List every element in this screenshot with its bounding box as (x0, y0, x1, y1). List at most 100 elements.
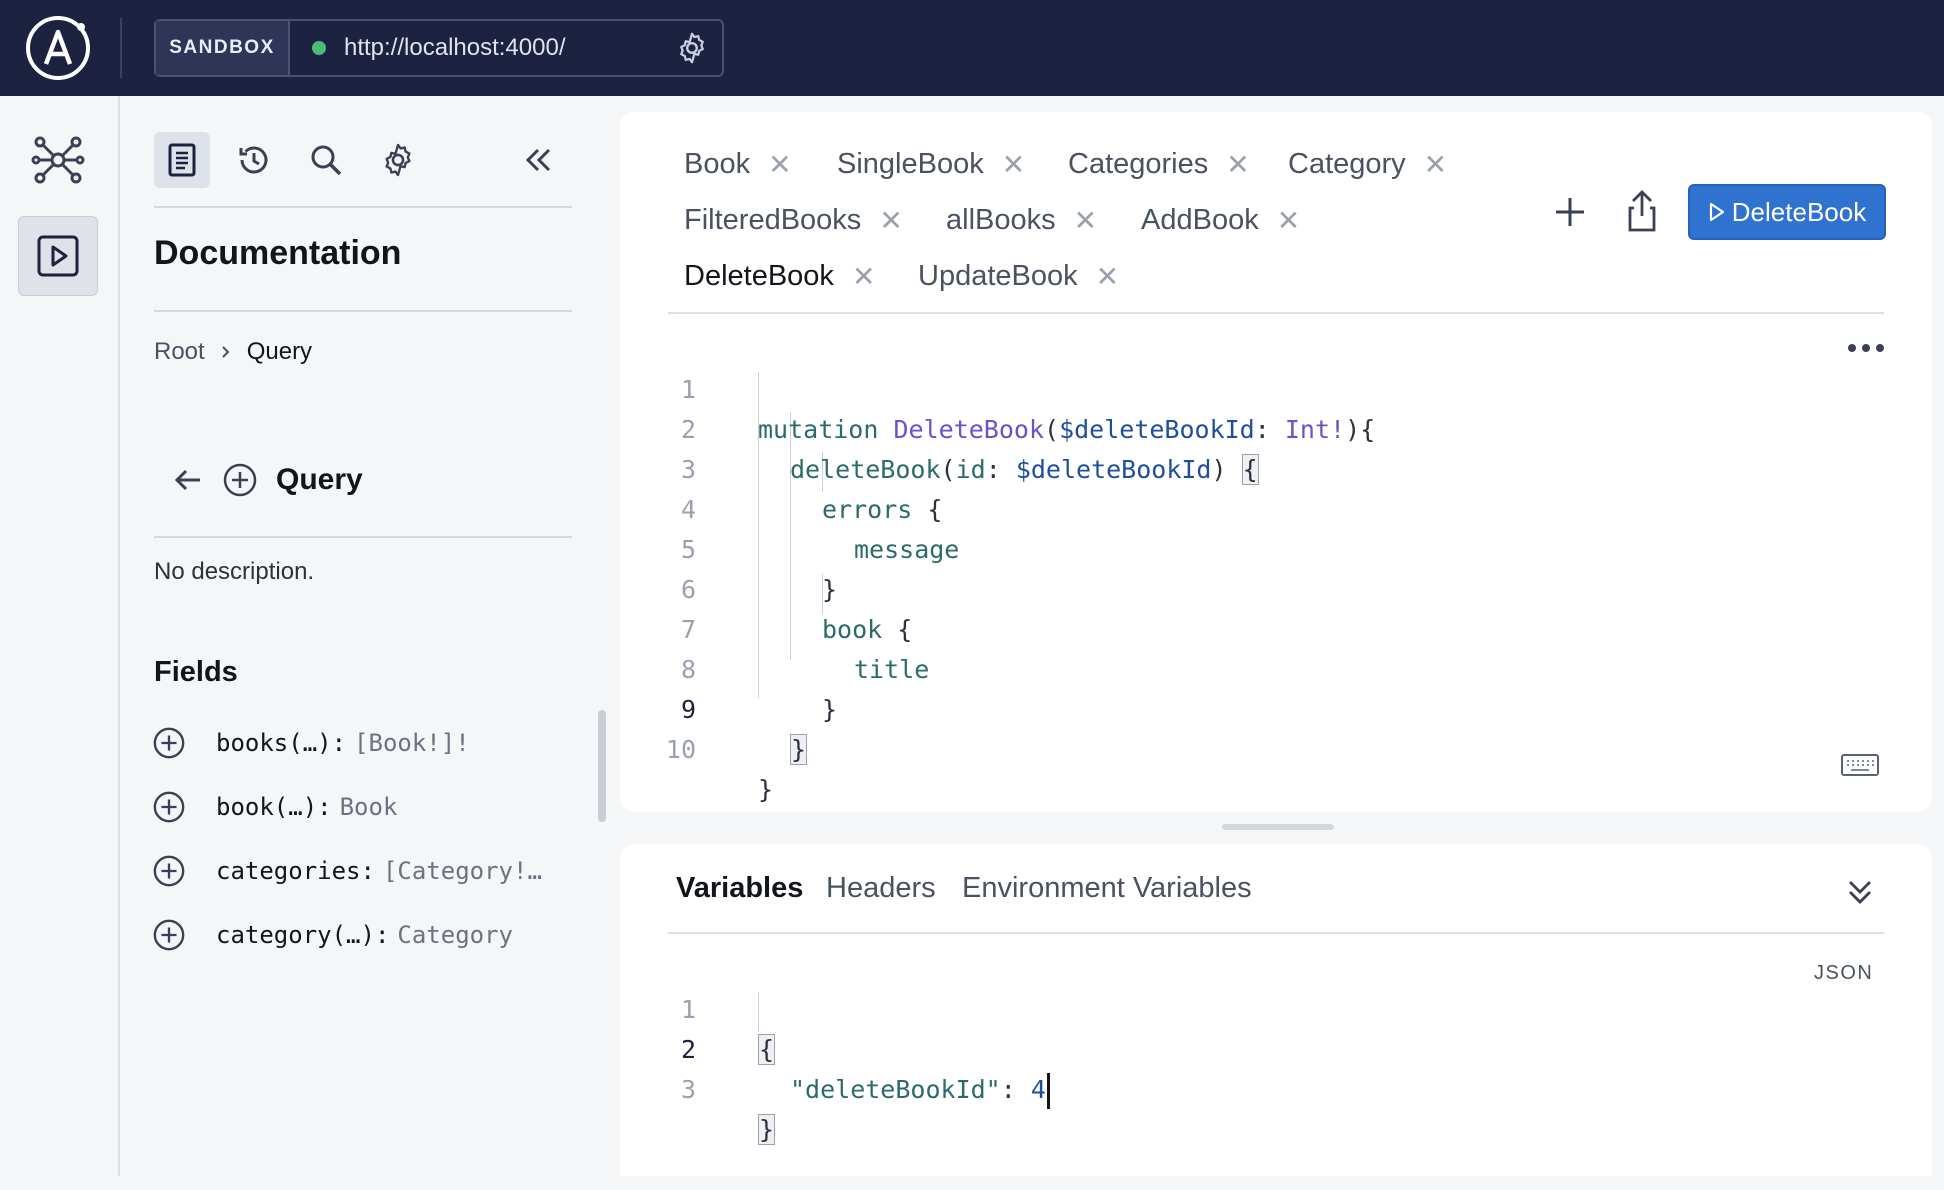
left-nav-rail (0, 96, 120, 1176)
explorer-nav-button[interactable] (18, 216, 98, 296)
close-tab-icon[interactable]: ✕ (1424, 148, 1447, 181)
endpoint-bar[interactable]: SANDBOX http://localhost:4000/ (154, 19, 724, 77)
code-line: 4 message (620, 450, 959, 564)
endpoint-url-input[interactable]: http://localhost:4000/ (344, 34, 674, 62)
code-line: 1 mutation DeleteBook($deleteBookId: Int… (620, 330, 1375, 444)
field: book (822, 615, 883, 644)
punct: ){ (1345, 415, 1376, 444)
close-tab-icon[interactable]: ✕ (1096, 260, 1119, 293)
close-tab-icon[interactable]: ✕ (768, 148, 791, 181)
double-chevron-left-icon (525, 148, 551, 172)
close-tab-icon[interactable]: ✕ (1277, 204, 1300, 237)
punct: ( (1044, 415, 1060, 444)
play-icon (1709, 202, 1724, 222)
close-tab-icon[interactable]: ✕ (1226, 148, 1249, 181)
close-tab-icon[interactable]: ✕ (1074, 204, 1097, 237)
punct: : (985, 455, 1001, 484)
tab-book[interactable]: Book ✕ (684, 148, 792, 181)
punct: } (758, 775, 774, 804)
sandbox-badge: SANDBOX (156, 21, 290, 75)
close-tab-icon[interactable]: ✕ (879, 204, 902, 237)
share-icon[interactable] (1622, 188, 1662, 234)
code-line: 5 } (620, 490, 837, 604)
field-row[interactable]: books(…): [Book!]! (152, 726, 470, 760)
add-field-plus-circle-icon[interactable] (152, 918, 186, 952)
keyword: mutation (758, 415, 879, 444)
close-tab-icon[interactable]: ✕ (852, 260, 875, 293)
type: Int! (1284, 415, 1346, 444)
punct: { (927, 495, 943, 524)
tab-label: UpdateBook (918, 260, 1078, 292)
matched-bracket: { (758, 1034, 776, 1065)
code-line: 3 errors { (620, 410, 943, 524)
tab-deletebook[interactable]: DeleteBook ✕ (684, 260, 875, 293)
apollo-logo-icon[interactable] (24, 14, 92, 82)
tab-label: Categories (1068, 148, 1209, 180)
field-row[interactable]: category(…): Category (152, 918, 513, 952)
back-arrow-icon[interactable] (172, 464, 204, 496)
field-name: book(…): (216, 793, 332, 821)
docs-settings-button[interactable] (370, 132, 426, 188)
panel-resize-handle[interactable] (1222, 824, 1334, 830)
field: message (854, 535, 960, 564)
code-line: 9 } (620, 650, 808, 765)
search-button[interactable] (298, 132, 354, 188)
type-description: No description. (154, 558, 315, 585)
tab-addbook[interactable]: AddBook ✕ (1141, 204, 1300, 237)
field-name: categories: (216, 857, 375, 885)
endpoint-settings-gear-icon[interactable] (674, 30, 710, 66)
tab-label: Category (1288, 148, 1406, 180)
topbar-divider (120, 18, 122, 78)
field-row[interactable]: categories: [Category!… (152, 854, 542, 888)
tab-singlebook[interactable]: SingleBook ✕ (837, 148, 1025, 181)
field-type[interactable]: [Book!]! (354, 729, 470, 757)
punct: : (1254, 415, 1270, 444)
breadcrumb: Root Query (154, 338, 312, 366)
docs-tab-button[interactable] (154, 132, 210, 188)
schema-graph-icon[interactable] (30, 132, 86, 188)
add-field-plus-circle-icon[interactable] (152, 790, 186, 824)
tab-filteredbooks[interactable]: FilteredBooks ✕ (684, 204, 903, 237)
collapse-panel-button[interactable] (510, 132, 566, 188)
history-button[interactable] (226, 132, 282, 188)
tab-categories[interactable]: Categories ✕ (1068, 148, 1250, 181)
tab-updatebook[interactable]: UpdateBook ✕ (918, 260, 1119, 293)
breadcrumb-root[interactable]: Root (154, 338, 205, 366)
field-row[interactable]: book(…): Book (152, 790, 397, 824)
code-line: 10 } (620, 690, 773, 804)
field-type[interactable]: Category (397, 921, 513, 949)
new-tab-plus-icon[interactable] (1550, 192, 1590, 232)
text-cursor (1046, 1073, 1050, 1109)
document-icon (168, 143, 196, 177)
run-operation-button[interactable]: DeleteBook (1688, 184, 1886, 240)
keyboard-shortcuts-icon[interactable] (1840, 752, 1880, 778)
operation-name: DeleteBook (893, 415, 1044, 444)
add-type-plus-circle-icon[interactable] (222, 462, 258, 498)
field-name: category(…): (216, 921, 390, 949)
tab-allbooks[interactable]: allBooks ✕ (946, 204, 1097, 237)
docs-scrollbar[interactable] (598, 710, 606, 822)
close-tab-icon[interactable]: ✕ (1002, 148, 1025, 181)
code-line: 2 "deleteBookId": 4 (620, 990, 1050, 1109)
tab-variables[interactable]: Variables (676, 872, 803, 905)
docs-divider (154, 536, 572, 538)
punct: ( (940, 455, 956, 484)
field-type[interactable]: Book (340, 793, 398, 821)
tab-label: AddBook (1141, 204, 1259, 236)
field: deleteBook (790, 455, 941, 484)
code-line: 3 } (620, 1030, 776, 1145)
indent-guide (758, 992, 759, 1032)
add-field-plus-circle-icon[interactable] (152, 854, 186, 888)
field-type[interactable]: [Category!… (383, 857, 542, 885)
tab-headers[interactable]: Headers (826, 872, 936, 905)
more-options-icon[interactable] (1844, 338, 1888, 358)
fields-heading: Fields (154, 656, 238, 688)
add-field-plus-circle-icon[interactable] (152, 726, 186, 760)
code-line: 6 book { (620, 530, 912, 644)
field-name: books(…): (216, 729, 347, 757)
tab-category[interactable]: Category ✕ (1288, 148, 1447, 181)
code-line: 1 { (620, 950, 776, 1065)
punct: ) (1211, 455, 1227, 484)
collapse-chevron-down-icon[interactable] (1842, 874, 1878, 910)
tab-environment-variables[interactable]: Environment Variables (962, 872, 1252, 905)
